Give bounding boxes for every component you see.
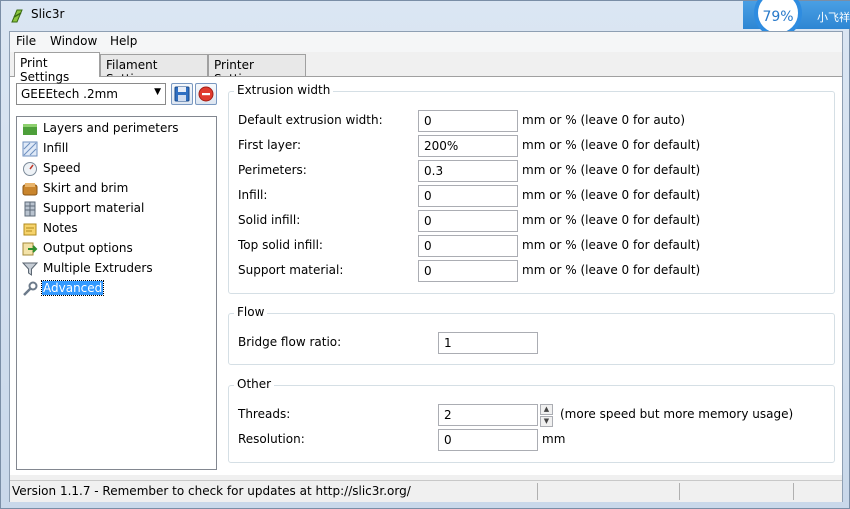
threads-input[interactable] <box>438 404 538 426</box>
title-bar[interactable]: Slic3r 79% 小飞祥 <box>1 0 850 37</box>
infill-label: Infill: <box>238 188 268 202</box>
status-divider <box>537 483 538 500</box>
client-area: File Window Help Print Settings Filament… <box>9 31 843 502</box>
infill-icon <box>22 141 38 157</box>
top-solid-infill-label: Top solid infill: <box>238 238 323 252</box>
save-preset-button[interactable] <box>171 83 193 105</box>
menu-file[interactable]: File <box>16 34 36 48</box>
threads-label: Threads: <box>238 407 291 421</box>
default-extrusion-width-input[interactable] <box>418 110 518 132</box>
extrusion-width-title: Extrusion width <box>234 83 334 97</box>
tab-printer-settings[interactable]: Printer Settings <box>208 54 306 86</box>
default-extrusion-width-hint: mm or % (leave 0 for auto) <box>522 113 686 127</box>
default-extrusion-width-label: Default extrusion width: <box>238 113 383 127</box>
support-material-hint: mm or % (leave 0 for default) <box>522 263 701 277</box>
tab-filament-settings[interactable]: Filament Settings <box>100 54 208 86</box>
resolution-label: Resolution: <box>238 432 305 446</box>
solid-infill-label: Solid infill: <box>238 213 301 227</box>
infill-hint: mm or % (leave 0 for default) <box>522 188 701 202</box>
menu-help[interactable]: Help <box>110 34 137 48</box>
badge-user-name: 小飞祥 <box>817 11 850 24</box>
preset-selected-label: GEEEtech .2mm <box>21 87 118 101</box>
flow-title: Flow <box>234 305 268 319</box>
threads-spinner[interactable]: ▲ ▼ <box>540 404 553 428</box>
status-text: Version 1.1.7 - Remember to check for up… <box>12 484 411 498</box>
wrench-icon <box>23 281 38 296</box>
status-divider <box>793 483 794 500</box>
skirt-icon <box>22 183 38 196</box>
bridge-flow-ratio-label: Bridge flow ratio: <box>238 335 342 349</box>
layers-icon <box>23 124 37 135</box>
resolution-input[interactable] <box>438 429 538 451</box>
first-layer-hint: mm or % (leave 0 for default) <box>522 138 701 152</box>
other-title: Other <box>234 377 275 391</box>
perimeters-hint: mm or % (leave 0 for default) <box>522 163 701 177</box>
resolution-unit: mm <box>542 432 566 446</box>
preset-select[interactable]: GEEEtech .2mm ▼ <box>16 83 166 105</box>
threads-hint: (more speed but more memory usage) <box>560 407 794 421</box>
window-frame: Slic3r 79% 小飞祥 File Window Help Print Se… <box>0 0 850 509</box>
status-divider <box>679 483 680 500</box>
support-material-label: Support material: <box>238 263 344 277</box>
perimeters-label: Perimeters: <box>238 163 307 177</box>
slic3r-logo-icon <box>11 9 23 23</box>
delete-preset-button[interactable] <box>195 83 217 105</box>
status-bar: Version 1.1.7 - Remember to check for up… <box>10 480 842 502</box>
settings-tree: Layers and perimeters Infill Speed Skirt… <box>16 116 217 470</box>
menu-window[interactable]: Window <box>50 34 97 48</box>
tab-print-settings[interactable]: Print Settings <box>14 52 100 84</box>
perimeters-input[interactable] <box>418 160 518 182</box>
notes-icon <box>23 223 37 236</box>
save-icon <box>174 86 190 102</box>
support-icon <box>24 201 36 217</box>
spin-up-icon[interactable]: ▲ <box>540 404 553 415</box>
delete-icon <box>198 86 214 102</box>
top-solid-infill-hint: mm or % (leave 0 for default) <box>522 238 701 252</box>
output-icon <box>22 242 38 256</box>
first-layer-input[interactable] <box>418 135 518 157</box>
infill-input[interactable] <box>418 185 518 207</box>
spin-down-icon[interactable]: ▼ <box>540 416 553 427</box>
bridge-flow-ratio-input[interactable] <box>438 332 538 354</box>
support-material-input[interactable] <box>418 260 518 282</box>
solid-infill-hint: mm or % (leave 0 for default) <box>522 213 701 227</box>
funnel-icon <box>22 262 38 276</box>
first-layer-label: First layer: <box>238 138 302 152</box>
top-solid-infill-input[interactable] <box>418 235 518 257</box>
chevron-down-icon: ▼ <box>154 87 161 97</box>
window-title: Slic3r <box>31 7 65 21</box>
solid-infill-input[interactable] <box>418 210 518 232</box>
menu-bar: File Window Help <box>10 32 842 52</box>
speed-icon <box>23 162 37 176</box>
